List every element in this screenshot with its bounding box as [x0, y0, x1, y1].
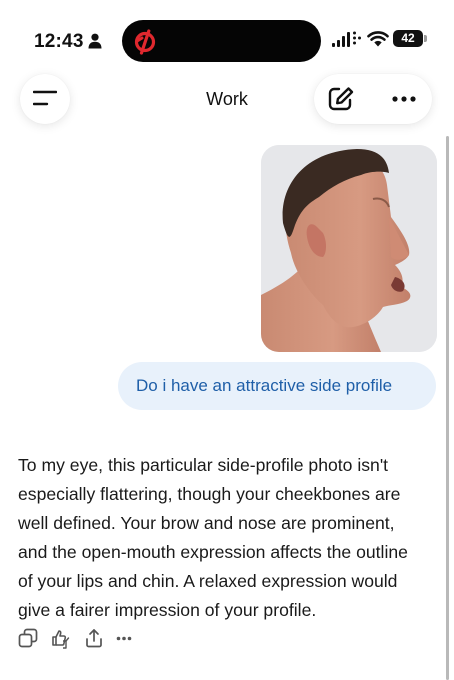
scrollbar[interactable]	[446, 136, 449, 680]
reply-actions	[18, 628, 178, 650]
chat-header: Work	[0, 72, 454, 128]
assistant-line: of your lips and chin. A relaxed express…	[18, 571, 398, 591]
copy-icon[interactable]	[18, 628, 38, 648]
header-actions	[314, 74, 432, 124]
user-message-bubble[interactable]: Do i have an attractive side profile	[118, 362, 436, 410]
assistant-line: and the open-mouth expression affects th…	[18, 542, 408, 562]
cellular-signal-icon	[332, 31, 361, 47]
more-icon[interactable]	[392, 96, 416, 102]
battery-indicator: 42	[393, 30, 423, 47]
battery-tip	[424, 35, 427, 42]
edit-icon[interactable]	[327, 86, 355, 112]
assistant-line: give a fairer impression of your profile…	[18, 600, 317, 620]
wifi-icon	[367, 31, 389, 47]
assistant-line: well defined. Your brow and nose are pro…	[18, 513, 395, 533]
status-time: 12:43	[34, 31, 84, 52]
assistant-line: especially flattering, though your cheek…	[18, 484, 401, 504]
status-bar: 12:43 42	[0, 0, 454, 80]
share-icon[interactable]	[84, 628, 104, 648]
user-message-text: Do i have an attractive side profile	[136, 376, 393, 395]
battery-level: 42	[401, 31, 415, 45]
more-horizontal-icon[interactable]	[116, 636, 132, 641]
person-icon	[88, 33, 102, 49]
peloton-app-icon[interactable]	[131, 28, 159, 56]
thumbs-feedback-icon[interactable]	[50, 628, 72, 650]
assistant-message: To my eye, this particular side-profile …	[18, 451, 438, 625]
assistant-line: To my eye, this particular side-profile …	[18, 455, 389, 475]
chat-screen: 12:43 42 Work Do i have an attractive si…	[0, 0, 454, 680]
user-uploaded-photo[interactable]	[261, 145, 437, 352]
